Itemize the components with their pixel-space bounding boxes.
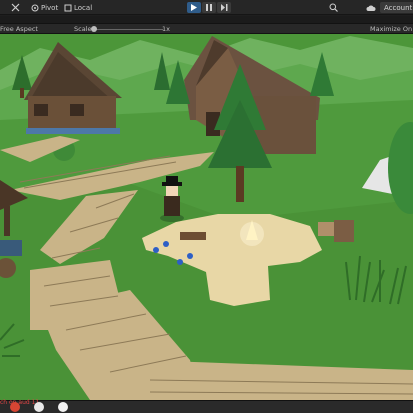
pivot-label: Pivot <box>41 3 59 12</box>
game-scene-render <box>0 34 413 400</box>
local-label: Local <box>74 3 93 12</box>
app-icon-3[interactable] <box>58 402 68 412</box>
step-icon <box>220 4 227 11</box>
pivot-icon <box>31 4 39 11</box>
scale-slider-handle[interactable] <box>91 26 97 32</box>
search-icon <box>329 3 338 12</box>
play-icon <box>191 4 197 11</box>
move-arrows-icon <box>11 3 20 12</box>
account-dropdown[interactable]: Account <box>380 2 413 13</box>
step-button[interactable] <box>217 2 231 13</box>
pivot-toggle[interactable]: Pivot <box>31 2 58 13</box>
stump <box>318 222 334 236</box>
playback-controls <box>187 2 231 13</box>
scale-label: Scale <box>74 25 92 33</box>
cloud-icon <box>366 4 376 11</box>
local-toggle[interactable]: Local <box>64 2 92 13</box>
scale-value: 1x <box>162 25 170 33</box>
pause-button[interactable] <box>202 2 216 13</box>
move-tool-button[interactable] <box>11 2 20 13</box>
game-view[interactable] <box>0 34 413 400</box>
toolbar-divider <box>0 16 413 23</box>
app-icon-2[interactable] <box>34 402 44 412</box>
app-icon-1[interactable] <box>10 402 20 412</box>
aspect-dropdown[interactable]: Free Aspect <box>0 25 38 33</box>
play-button[interactable] <box>187 2 201 13</box>
search-button[interactable] <box>329 2 338 13</box>
account-label: Account <box>384 3 413 12</box>
log-bench <box>180 232 206 240</box>
cloud-button[interactable] <box>366 2 376 13</box>
maximize-on-play-toggle[interactable]: Maximize On Pla <box>370 25 413 33</box>
scale-slider-track[interactable] <box>95 29 163 30</box>
game-view-toolbar: Free Aspect Scale 1x Maximize On Pla <box>0 23 413 34</box>
barrel <box>334 220 354 242</box>
pause-icon <box>206 4 212 11</box>
main-toolbar: Pivot Local Account <box>0 0 413 15</box>
local-icon <box>64 4 72 11</box>
